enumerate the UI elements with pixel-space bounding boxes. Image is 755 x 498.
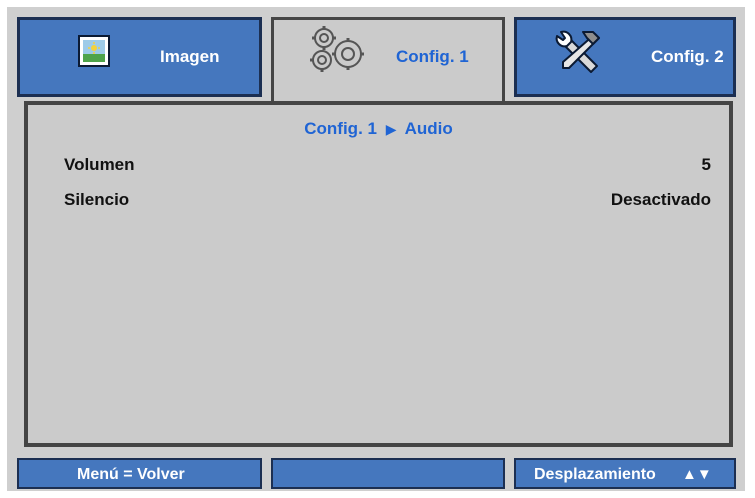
breadcrumb: Config. 1 ▶ Audio <box>28 119 729 139</box>
tab-config1[interactable]: Config. 1 <box>271 17 505 105</box>
footer-middle <box>271 458 505 489</box>
footer-back-label: Menú = Volver <box>77 466 185 483</box>
up-down-arrows-icon: ▲▼ <box>682 466 712 483</box>
footer-back-hint: Menú = Volver <box>17 458 262 489</box>
setting-value: Desactivado <box>610 190 711 209</box>
settings-panel: Config. 1 ▶ Audio Volumen 5 Silencio Des… <box>24 101 733 447</box>
breadcrumb-arrow-icon: ▶ <box>385 121 397 137</box>
setting-value: 5 <box>701 155 711 174</box>
setting-name: Volumen <box>64 155 135 174</box>
footer-scroll-hint: Desplazamiento ▲▼ <box>514 458 736 489</box>
footer-scroll-label: Desplazamiento <box>534 466 656 483</box>
setting-row-volumen[interactable]: Volumen 5 <box>64 155 711 179</box>
tools-icon <box>553 28 603 78</box>
tab-config2-label: Config. 2 <box>651 47 724 66</box>
tab-config2[interactable]: Config. 2 <box>514 17 736 97</box>
breadcrumb-parent: Config. 1 <box>304 119 377 138</box>
setting-row-silencio[interactable]: Silencio Desactivado <box>64 190 711 214</box>
osd-menu-frame: Imagen Config. 1 Config. 2 Config. 1 ▶ A… <box>7 7 745 491</box>
tab-imagen[interactable]: Imagen <box>17 17 262 97</box>
breadcrumb-current: Audio <box>404 119 453 138</box>
setting-name: Silencio <box>64 190 130 209</box>
image-icon <box>78 35 110 67</box>
gears-icon <box>308 24 368 76</box>
tab-imagen-label: Imagen <box>160 47 220 66</box>
tab-config1-label: Config. 1 <box>396 47 469 66</box>
